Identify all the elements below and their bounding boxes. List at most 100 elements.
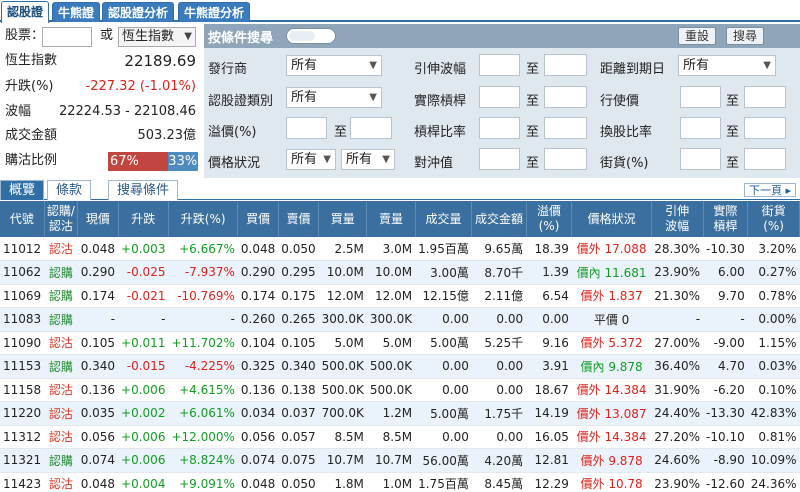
cell-code[interactable]: 11069 xyxy=(0,284,45,308)
turnover-label: 成交金額 xyxy=(5,128,58,143)
issuer-select[interactable]: 所有 ▼ xyxy=(286,55,382,76)
strike-min-input[interactable] xyxy=(680,86,721,108)
price-status-select-2[interactable]: 所有 ▼ xyxy=(341,149,395,170)
search-toggle[interactable] xyxy=(286,28,336,44)
table-row[interactable]: 11321 認購 0.074 +0.006 +8.824% 0.074 0.075 10.7M… xyxy=(0,448,800,473)
conversion-ratio-min-input[interactable] xyxy=(680,117,721,139)
cell-ask: 0.295 xyxy=(278,260,319,285)
premium-min-input[interactable] xyxy=(286,117,327,139)
cell-premium: 18.67 xyxy=(526,378,572,402)
header-bid[interactable]: 買價 xyxy=(237,201,279,237)
header-code[interactable]: 代號 xyxy=(0,201,45,237)
cell-price: 0.174 xyxy=(77,284,119,308)
table-row[interactable]: 11423 認沽 0.048 +0.004 +9.091% 0.048 0.050 1.8M 1… xyxy=(0,472,800,492)
delta-max-input[interactable] xyxy=(544,148,587,170)
outstanding-min-input[interactable] xyxy=(680,148,721,170)
index-select-value: 恆生指數 xyxy=(122,29,175,44)
cell-ask: 0.105 xyxy=(278,331,319,355)
cell-code[interactable]: 11312 xyxy=(0,425,45,449)
cell-implied-vol: 23.90% xyxy=(651,260,704,285)
strike-max-input[interactable] xyxy=(744,86,786,108)
cell-change-pct: -7.937% xyxy=(168,260,238,285)
chevron-down-icon: ▼ xyxy=(369,60,377,71)
tab-cbbc[interactable]: 牛熊證 xyxy=(52,2,101,22)
gearing-max-input[interactable] xyxy=(544,117,587,139)
header-change[interactable]: 升跌 xyxy=(118,201,169,237)
table-row[interactable]: 11220 認沽 0.035 +0.002 +6.061% 0.034 0.037 700.0… xyxy=(0,401,800,426)
tab-warrants[interactable]: 認股證 xyxy=(1,1,50,23)
header-price[interactable]: 現價 xyxy=(77,201,119,237)
header-change-pct[interactable]: 升跌(%) xyxy=(168,201,239,237)
next-page-button[interactable]: 下一頁 ▸ xyxy=(743,183,796,197)
cell-code[interactable]: 11090 xyxy=(0,331,45,355)
cell-code[interactable]: 11012 xyxy=(0,237,45,261)
table-row[interactable]: 11062 認購 0.290 -0.025 -7.937% 0.290 0.295 10.0M… xyxy=(0,260,800,285)
cell-code[interactable]: 11153 xyxy=(0,354,45,379)
ratio-row: 購沽比例 67% 33% xyxy=(0,149,200,173)
cell-code[interactable]: 11321 xyxy=(0,448,45,473)
cell-code[interactable]: 11220 xyxy=(0,401,45,426)
header-effective-gearing[interactable]: 實際 槓桿 xyxy=(703,201,749,237)
effective-gearing-min-input[interactable] xyxy=(479,86,520,108)
implied-vol-min-input[interactable] xyxy=(479,54,520,76)
cell-bid: 0.074 xyxy=(237,448,279,473)
delta-min-input[interactable] xyxy=(479,148,520,170)
cell-code[interactable]: 11083 xyxy=(0,307,45,332)
table-row[interactable]: 11069 認購 0.174 -0.021 -10.769% 0.174 0.175 12.0… xyxy=(0,284,800,308)
cell-implied-vol: 23.90% xyxy=(651,472,704,492)
premium-max-input[interactable] xyxy=(350,117,392,139)
cell-ask-qty: 500.0K xyxy=(366,354,416,379)
table-row[interactable]: 11083 認購 - - -0.260 0.265 300.0K 300.0K 0.00 0.00… xyxy=(0,307,800,332)
cell-code[interactable]: 11423 xyxy=(0,472,45,492)
cell-effective-gearing: - xyxy=(703,307,748,332)
tab-search-criteria[interactable]: 搜尋條件 xyxy=(108,180,179,200)
tab-terms[interactable]: 條款 xyxy=(47,180,92,200)
cell-change: +0.006 xyxy=(118,378,169,402)
stock-input[interactable] xyxy=(42,27,92,47)
table-row[interactable]: 11153 認購 0.340 -0.015 -4.225% 0.325 0.340 500.0… xyxy=(0,354,800,379)
days-to-expiry-select[interactable]: 所有 ▼ xyxy=(678,55,776,76)
reset-button[interactable]: 重設 xyxy=(678,27,717,45)
conversion-ratio-max-input[interactable] xyxy=(744,117,786,139)
outstanding-max-input[interactable] xyxy=(744,148,786,170)
header-call-put[interactable]: 認購/ 認沽 xyxy=(44,201,79,237)
header-outstanding[interactable]: 街貨 (%) xyxy=(747,201,800,237)
tab-warrant-analysis[interactable]: 認股證分析 xyxy=(102,2,175,22)
search-button[interactable]: 搜尋 xyxy=(726,27,765,45)
turnover-value: 503.23億 xyxy=(137,128,197,143)
table-row[interactable]: 11312 認沽 0.056 +0.006 +12.000% 0.056 0.057 8.5M… xyxy=(0,425,800,449)
header-bid-qty[interactable]: 買量 xyxy=(318,201,368,237)
cell-change-pct: -4.225% xyxy=(168,354,238,379)
price-status-select-1[interactable]: 所有 ▼ xyxy=(286,149,336,170)
cell-premium: 14.19 xyxy=(526,401,572,426)
header-volume[interactable]: 成交量 xyxy=(415,201,473,237)
cell-price: 0.105 xyxy=(77,331,119,355)
cell-premium: 18.39 xyxy=(526,237,572,261)
cell-ask: 0.265 xyxy=(278,307,319,332)
cell-bid: 0.048 xyxy=(237,237,279,261)
cell-bid-qty: 12.0M xyxy=(318,284,367,308)
table-row[interactable]: 11158 認沽 0.136 +0.006 +4.615% 0.136 0.138 500.0… xyxy=(0,378,800,402)
implied-vol-max-input[interactable] xyxy=(544,54,587,76)
cell-turnover: 0.00 xyxy=(471,425,527,449)
effective-gearing-max-input[interactable] xyxy=(544,86,587,108)
warrant-type-select[interactable]: 所有 ▼ xyxy=(286,87,382,108)
cell-change-pct: - xyxy=(168,307,238,332)
header-turnover[interactable]: 成交金額 xyxy=(471,201,527,237)
cell-premium: 3.91 xyxy=(526,354,572,379)
table-row[interactable]: 11012 認沽 0.048 +0.003 +6.667% 0.048 0.050 2.5M 3… xyxy=(0,237,800,261)
gearing-min-input[interactable] xyxy=(479,117,520,139)
header-moneyness[interactable]: 價格狀況 xyxy=(571,201,652,237)
header-ask-qty[interactable]: 賣量 xyxy=(366,201,416,237)
header-premium[interactable]: 溢價(%) xyxy=(526,201,573,237)
index-select[interactable]: 恆生指數 ▼ xyxy=(118,27,196,47)
cell-code[interactable]: 11062 xyxy=(0,260,45,285)
table-row[interactable]: 11090 認沽 0.105 +0.011 +11.702% 0.104 0.105 5.0M… xyxy=(0,331,800,355)
cell-code[interactable]: 11158 xyxy=(0,378,45,402)
tab-overview[interactable]: 概覽 xyxy=(0,180,45,200)
stock-label: 股票： xyxy=(5,28,45,43)
header-ask[interactable]: 賣價 xyxy=(278,201,320,237)
cell-change-pct: +12.000% xyxy=(168,425,238,449)
tab-cbbc-analysis[interactable]: 牛熊證分析 xyxy=(178,2,251,22)
header-implied-vol[interactable]: 引伸 波幅 xyxy=(651,201,704,237)
